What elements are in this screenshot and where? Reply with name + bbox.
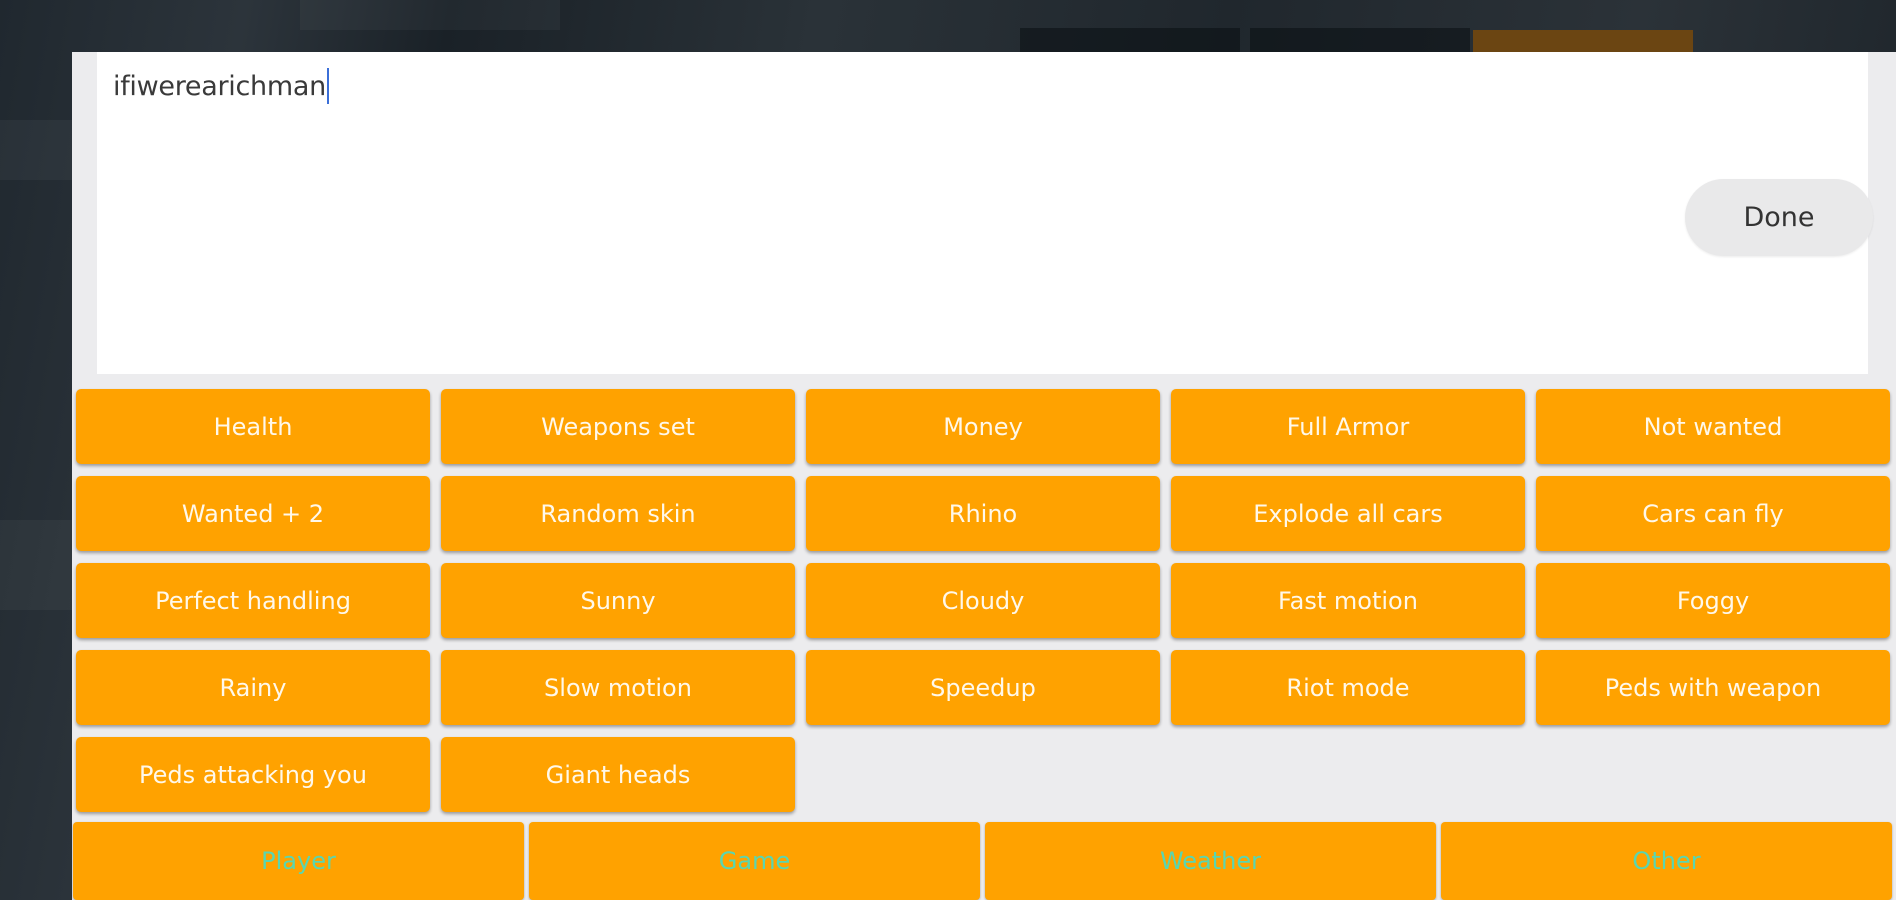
text-caret xyxy=(326,68,329,104)
text-input-area[interactable]: ifiwerearichman Done xyxy=(97,52,1873,374)
tab-weather[interactable]: Weather xyxy=(985,822,1436,900)
cheat-button[interactable]: Fast motion xyxy=(1171,563,1525,638)
hud-accent-bar xyxy=(1473,30,1693,52)
cheat-button[interactable]: Wanted + 2 xyxy=(76,476,430,551)
tab-other[interactable]: Other xyxy=(1441,822,1892,900)
cheat-text-field[interactable]: ifiwerearichman xyxy=(113,68,329,104)
tab-game[interactable]: Game xyxy=(529,822,980,900)
cheat-button[interactable]: Rhino xyxy=(806,476,1160,551)
category-tabs: Player Game Weather Other xyxy=(73,822,1892,900)
cheat-button[interactable]: Peds with weapon xyxy=(1536,650,1890,725)
cheat-button[interactable]: Riot mode xyxy=(1171,650,1525,725)
cheat-button[interactable]: Sunny xyxy=(441,563,795,638)
cheat-button[interactable]: Speedup xyxy=(806,650,1160,725)
hud-bar xyxy=(1020,28,1240,52)
tab-player[interactable]: Player xyxy=(73,822,524,900)
cheat-button[interactable]: Health xyxy=(76,389,430,464)
cheat-button[interactable]: Rainy xyxy=(76,650,430,725)
cheat-text-value: ifiwerearichman xyxy=(113,70,326,102)
cheat-button-grid: Health Weapons set Money Full Armor Not want… xyxy=(76,389,1890,812)
hud-bar xyxy=(1250,28,1470,52)
cheat-button[interactable]: Foggy xyxy=(1536,563,1890,638)
cheat-button[interactable]: Cloudy xyxy=(806,563,1160,638)
cheat-button[interactable]: Slow motion xyxy=(441,650,795,725)
cheat-button[interactable]: Cars can fly xyxy=(1536,476,1890,551)
cheat-button[interactable]: Perfect handling xyxy=(76,563,430,638)
cheat-button[interactable]: Full Armor xyxy=(1171,389,1525,464)
cheat-button[interactable]: Money xyxy=(806,389,1160,464)
cheat-button[interactable]: Peds attacking you xyxy=(76,737,430,812)
cheat-button[interactable]: Random skin xyxy=(441,476,795,551)
cheat-keyboard-panel: ifiwerearichman Done Health Weapons set Mo… xyxy=(72,52,1896,900)
done-button[interactable]: Done xyxy=(1685,179,1873,256)
cheat-button[interactable]: Weapons set xyxy=(441,389,795,464)
cheat-button[interactable]: Not wanted xyxy=(1536,389,1890,464)
cheat-button[interactable]: Giant heads xyxy=(441,737,795,812)
cheat-button[interactable]: Explode all cars xyxy=(1171,476,1525,551)
